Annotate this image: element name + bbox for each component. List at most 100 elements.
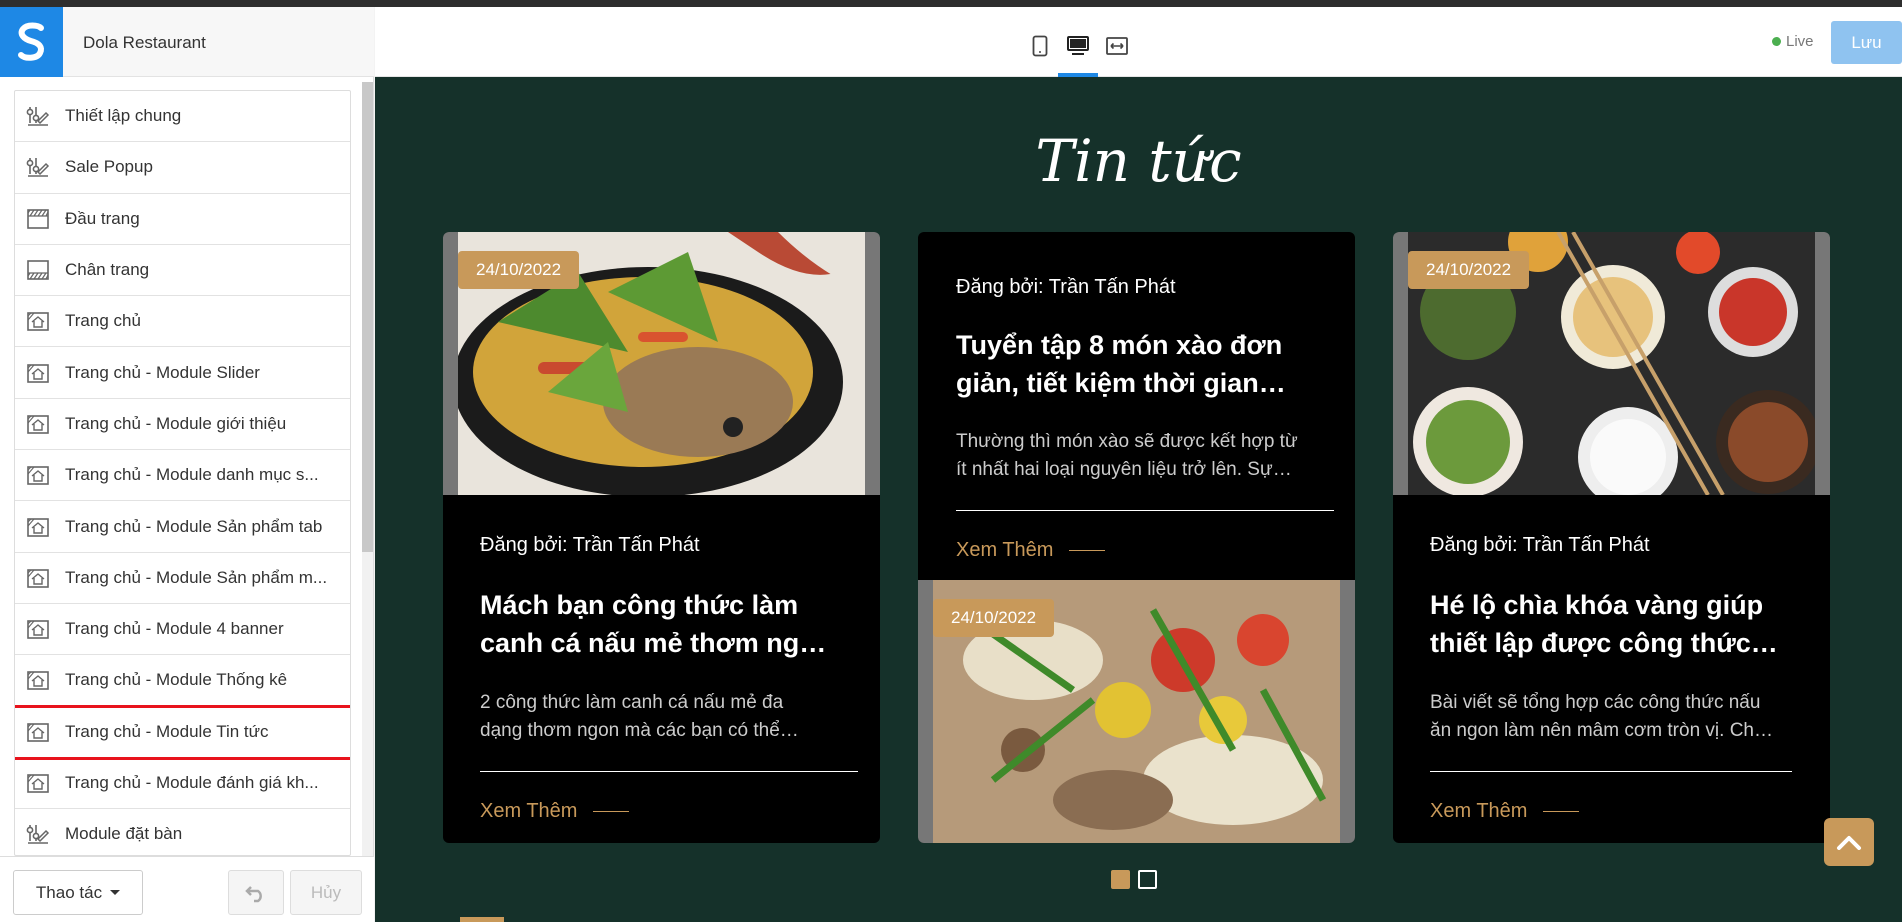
sidebar-item-label: Trang chủ - Module Thống kê	[65, 670, 288, 690]
post-excerpt: Thường thì món xào sẽ được kết hợp từ ít…	[956, 428, 1341, 484]
home-page-icon	[25, 308, 51, 334]
post-title[interactable]: Hé lộ chìa khóa vàng giúp thiết lập được…	[1430, 586, 1815, 662]
app-logo-icon[interactable]	[0, 7, 63, 77]
home-page-icon	[25, 616, 51, 642]
sidebar-item-label: Trang chủ - Module giới thiệu	[65, 413, 287, 433]
save-button[interactable]: Lưu	[1831, 21, 1902, 64]
sidebar-item-label: Thiết lập chung	[65, 106, 182, 126]
sidebar-item-label: Đầu trang	[65, 208, 140, 228]
image-gutter	[1340, 580, 1355, 843]
read-more-line	[593, 811, 630, 812]
card-divider	[1430, 771, 1792, 772]
sidebar-item[interactable]: Trang chủ - Module 4 banner	[15, 604, 350, 656]
post-excerpt: 2 công thức làm canh cá nấu mẻ đa dạng t…	[480, 689, 860, 745]
read-more-label: Xem Thêm	[480, 800, 578, 822]
sidebar-item[interactable]: Trang chủ - Module Sản phẩm m...	[15, 553, 350, 604]
read-more-line	[1069, 550, 1106, 551]
window-top-strip	[0, 0, 1902, 7]
sidebar-item-label: Trang chủ	[65, 311, 141, 331]
carousel-dot-1[interactable]	[1111, 870, 1130, 889]
read-more-link[interactable]: Xem Thêm	[956, 539, 1106, 562]
sidebar: Dola Restaurant Thiết lập chung Sale Popu…	[0, 7, 374, 922]
news-card[interactable]: 24/10/2022 Đăng bởi: Trần Tấn Phát Mách …	[443, 232, 880, 843]
actions-dropdown-label: Thao tác	[35, 882, 103, 902]
cancel-button[interactable]: Hủy	[290, 870, 362, 915]
footer-layout-icon	[25, 257, 51, 283]
sidebar-scrollbar[interactable]	[362, 82, 373, 856]
sidebar-item[interactable]: Chân trang	[15, 245, 350, 297]
home-page-icon	[25, 411, 51, 437]
read-more-label: Xem Thêm	[956, 539, 1054, 561]
sidebar-item[interactable]: Sale Popup	[15, 142, 350, 194]
sidebar-item[interactable]: Trang chủ - Module Thống kê	[15, 655, 350, 707]
post-title[interactable]: Tuyển tập 8 món xào đơn giản, tiết kiệm …	[956, 326, 1341, 402]
image-gutter	[865, 232, 880, 495]
live-status[interactable]: Live	[1772, 33, 1814, 50]
header-layout-icon	[25, 206, 51, 232]
read-more-line	[1543, 811, 1580, 812]
sidebar-item[interactable]: Trang chủ - Module giới thiệu	[15, 399, 350, 451]
news-card[interactable]: Đăng bởi: Trần Tấn Phát Tuyển tập 8 món …	[918, 232, 1355, 843]
footer-accent	[460, 917, 504, 922]
sidebar-item-label: Trang chủ - Module Tin tức	[65, 721, 269, 741]
live-dot-icon	[1772, 37, 1781, 46]
post-excerpt: Bài viết sẽ tổng hợp các công thức nấu ă…	[1430, 689, 1815, 745]
carousel-dot-2[interactable]	[1138, 870, 1157, 889]
undo-button[interactable]	[228, 870, 284, 915]
post-title[interactable]: Mách bạn công thức làm canh cá nấu mẻ th…	[480, 586, 860, 662]
post-date-badge: 24/10/2022	[933, 599, 1055, 637]
post-title-line: thiết lập được công thức…	[1430, 628, 1778, 658]
desktop-view-icon[interactable]	[1063, 31, 1093, 61]
editor-toolbar: Live Lưu	[375, 7, 1902, 77]
post-author: Đăng bởi: Trần Tấn Phát	[1430, 534, 1650, 556]
image-gutter	[1815, 232, 1830, 495]
post-date-badge: 24/10/2022	[1408, 251, 1530, 289]
fullwidth-view-icon[interactable]	[1102, 31, 1132, 61]
settings-sliders-icon	[25, 154, 51, 180]
post-title-line: Tuyển tập 8 món xào đơn	[956, 330, 1283, 360]
sidebar-item-label: Trang chủ - Module Sản phẩm tab	[65, 516, 323, 536]
home-page-icon	[25, 514, 51, 540]
chevron-up-icon	[1837, 836, 1861, 850]
scrollbar-thumb[interactable]	[362, 82, 373, 552]
carousel-pagination	[1111, 870, 1157, 889]
sidebar-item[interactable]: Đầu trang	[15, 194, 350, 245]
post-title-line: canh cá nấu mẻ thơm ng…	[480, 628, 827, 658]
home-page-icon	[25, 719, 51, 745]
card-divider	[480, 771, 858, 772]
post-date-badge: 24/10/2022	[458, 251, 580, 289]
image-gutter	[918, 580, 933, 843]
sidebar-item[interactable]: Trang chủ - Module đánh giá kh...	[15, 758, 350, 810]
read-more-link[interactable]: Xem Thêm	[480, 800, 630, 823]
image-gutter	[1393, 232, 1408, 495]
sidebar-item-label: Trang chủ - Module Slider	[65, 362, 260, 382]
sidebar-item[interactable]: Thiết lập chung	[15, 91, 350, 143]
sidebar-item[interactable]: Trang chủ - Module danh mục s...	[15, 450, 350, 502]
back-to-top-button[interactable]	[1824, 818, 1874, 866]
home-page-icon	[25, 667, 51, 693]
mobile-view-icon[interactable]	[1025, 31, 1055, 61]
news-section-title: Tin tức	[1035, 127, 1242, 195]
post-author: Đăng bởi: Trần Tấn Phát	[956, 276, 1176, 298]
post-excerpt-line: dạng thơm ngon mà các bạn có thể…	[480, 720, 799, 741]
sidebar-item-label: Trang chủ - Module danh mục s...	[65, 465, 319, 485]
actions-dropdown-button[interactable]: Thao tác	[13, 870, 143, 915]
settings-sliders-icon	[25, 103, 51, 129]
sidebar-item[interactable]: Trang chủ - Module Slider	[15, 347, 350, 399]
read-more-link[interactable]: Xem Thêm	[1430, 800, 1580, 823]
post-title-line: Hé lộ chìa khóa vàng giúp	[1430, 590, 1764, 620]
settings-menu: Thiết lập chung Sale Popup Đầu trang Chân t…	[14, 90, 351, 856]
post-excerpt-line: Bài viết sẽ tổng hợp các công thức nấu	[1430, 692, 1761, 713]
home-page-icon	[25, 462, 51, 488]
post-author: Đăng bởi: Trần Tấn Phát	[480, 534, 700, 556]
sidebar-item[interactable]: Trang chủ	[15, 296, 350, 348]
sidebar-item-label: Trang chủ - Module đánh giá kh...	[65, 773, 319, 792]
sidebar-item[interactable]: Module đặt bàn	[15, 809, 350, 855]
sidebar-item-label: Trang chủ - Module Sản phẩm m...	[65, 567, 328, 587]
news-card[interactable]: 24/10/2022 Đăng bởi: Trần Tấn Phát Hé lộ…	[1393, 232, 1830, 843]
post-excerpt-line: Thường thì món xào sẽ được kết hợp từ	[956, 431, 1298, 452]
sidebar-item[interactable]: Trang chủ - Module Tin tức	[15, 704, 350, 760]
sidebar-item[interactable]: Trang chủ - Module Sản phẩm tab	[15, 501, 350, 553]
sidebar-item-label: Sale Popup	[65, 157, 153, 177]
post-excerpt-line: 2 công thức làm canh cá nấu mẻ đa	[480, 692, 784, 713]
